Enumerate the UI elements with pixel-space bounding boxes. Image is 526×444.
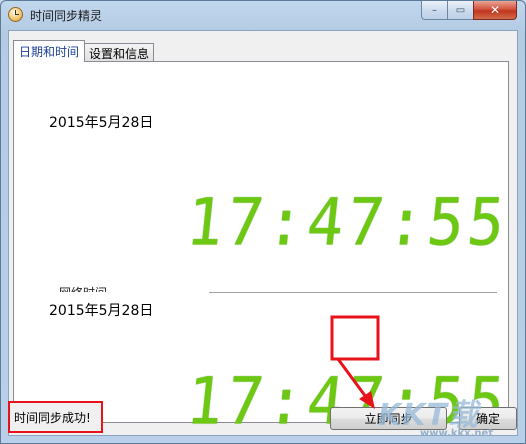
network-date: 2015年5月28日 bbox=[41, 292, 209, 330]
sync-now-button[interactable]: 立即同步 bbox=[330, 407, 447, 430]
tab-strip: 日期和时间 设置和信息 bbox=[13, 40, 155, 62]
local-date: 2015年5月28日 bbox=[41, 104, 209, 142]
title-bar[interactable]: 时间同步精灵 – ▭ ✕ bbox=[1, 1, 525, 29]
local-time-display: 17:47:55 bbox=[183, 185, 512, 261]
ok-button[interactable]: 确定 bbox=[459, 407, 517, 430]
close-button[interactable]: ✕ bbox=[473, 1, 517, 20]
status-message: 时间同步成功! bbox=[8, 401, 103, 433]
window-controls: – ▭ ✕ bbox=[421, 1, 517, 20]
app-window: 时间同步精灵 – ▭ ✕ 日期和时间 设置和信息 2015年5月28日 17:4… bbox=[0, 0, 526, 444]
maximize-button[interactable]: ▭ bbox=[447, 1, 473, 20]
clock-icon bbox=[8, 7, 23, 22]
dialog-client-area: 日期和时间 设置和信息 2015年5月28日 17:47:55 网络时间 201… bbox=[8, 30, 518, 440]
tab-panel-date-time: 2015年5月28日 17:47:55 网络时间 2015年5月28日 17:4… bbox=[13, 61, 512, 440]
minimize-button[interactable]: – bbox=[421, 1, 447, 20]
window-title: 时间同步精灵 bbox=[30, 9, 103, 23]
tab-settings-info[interactable]: 设置和信息 bbox=[84, 43, 155, 62]
tab-date-time[interactable]: 日期和时间 bbox=[13, 40, 86, 62]
